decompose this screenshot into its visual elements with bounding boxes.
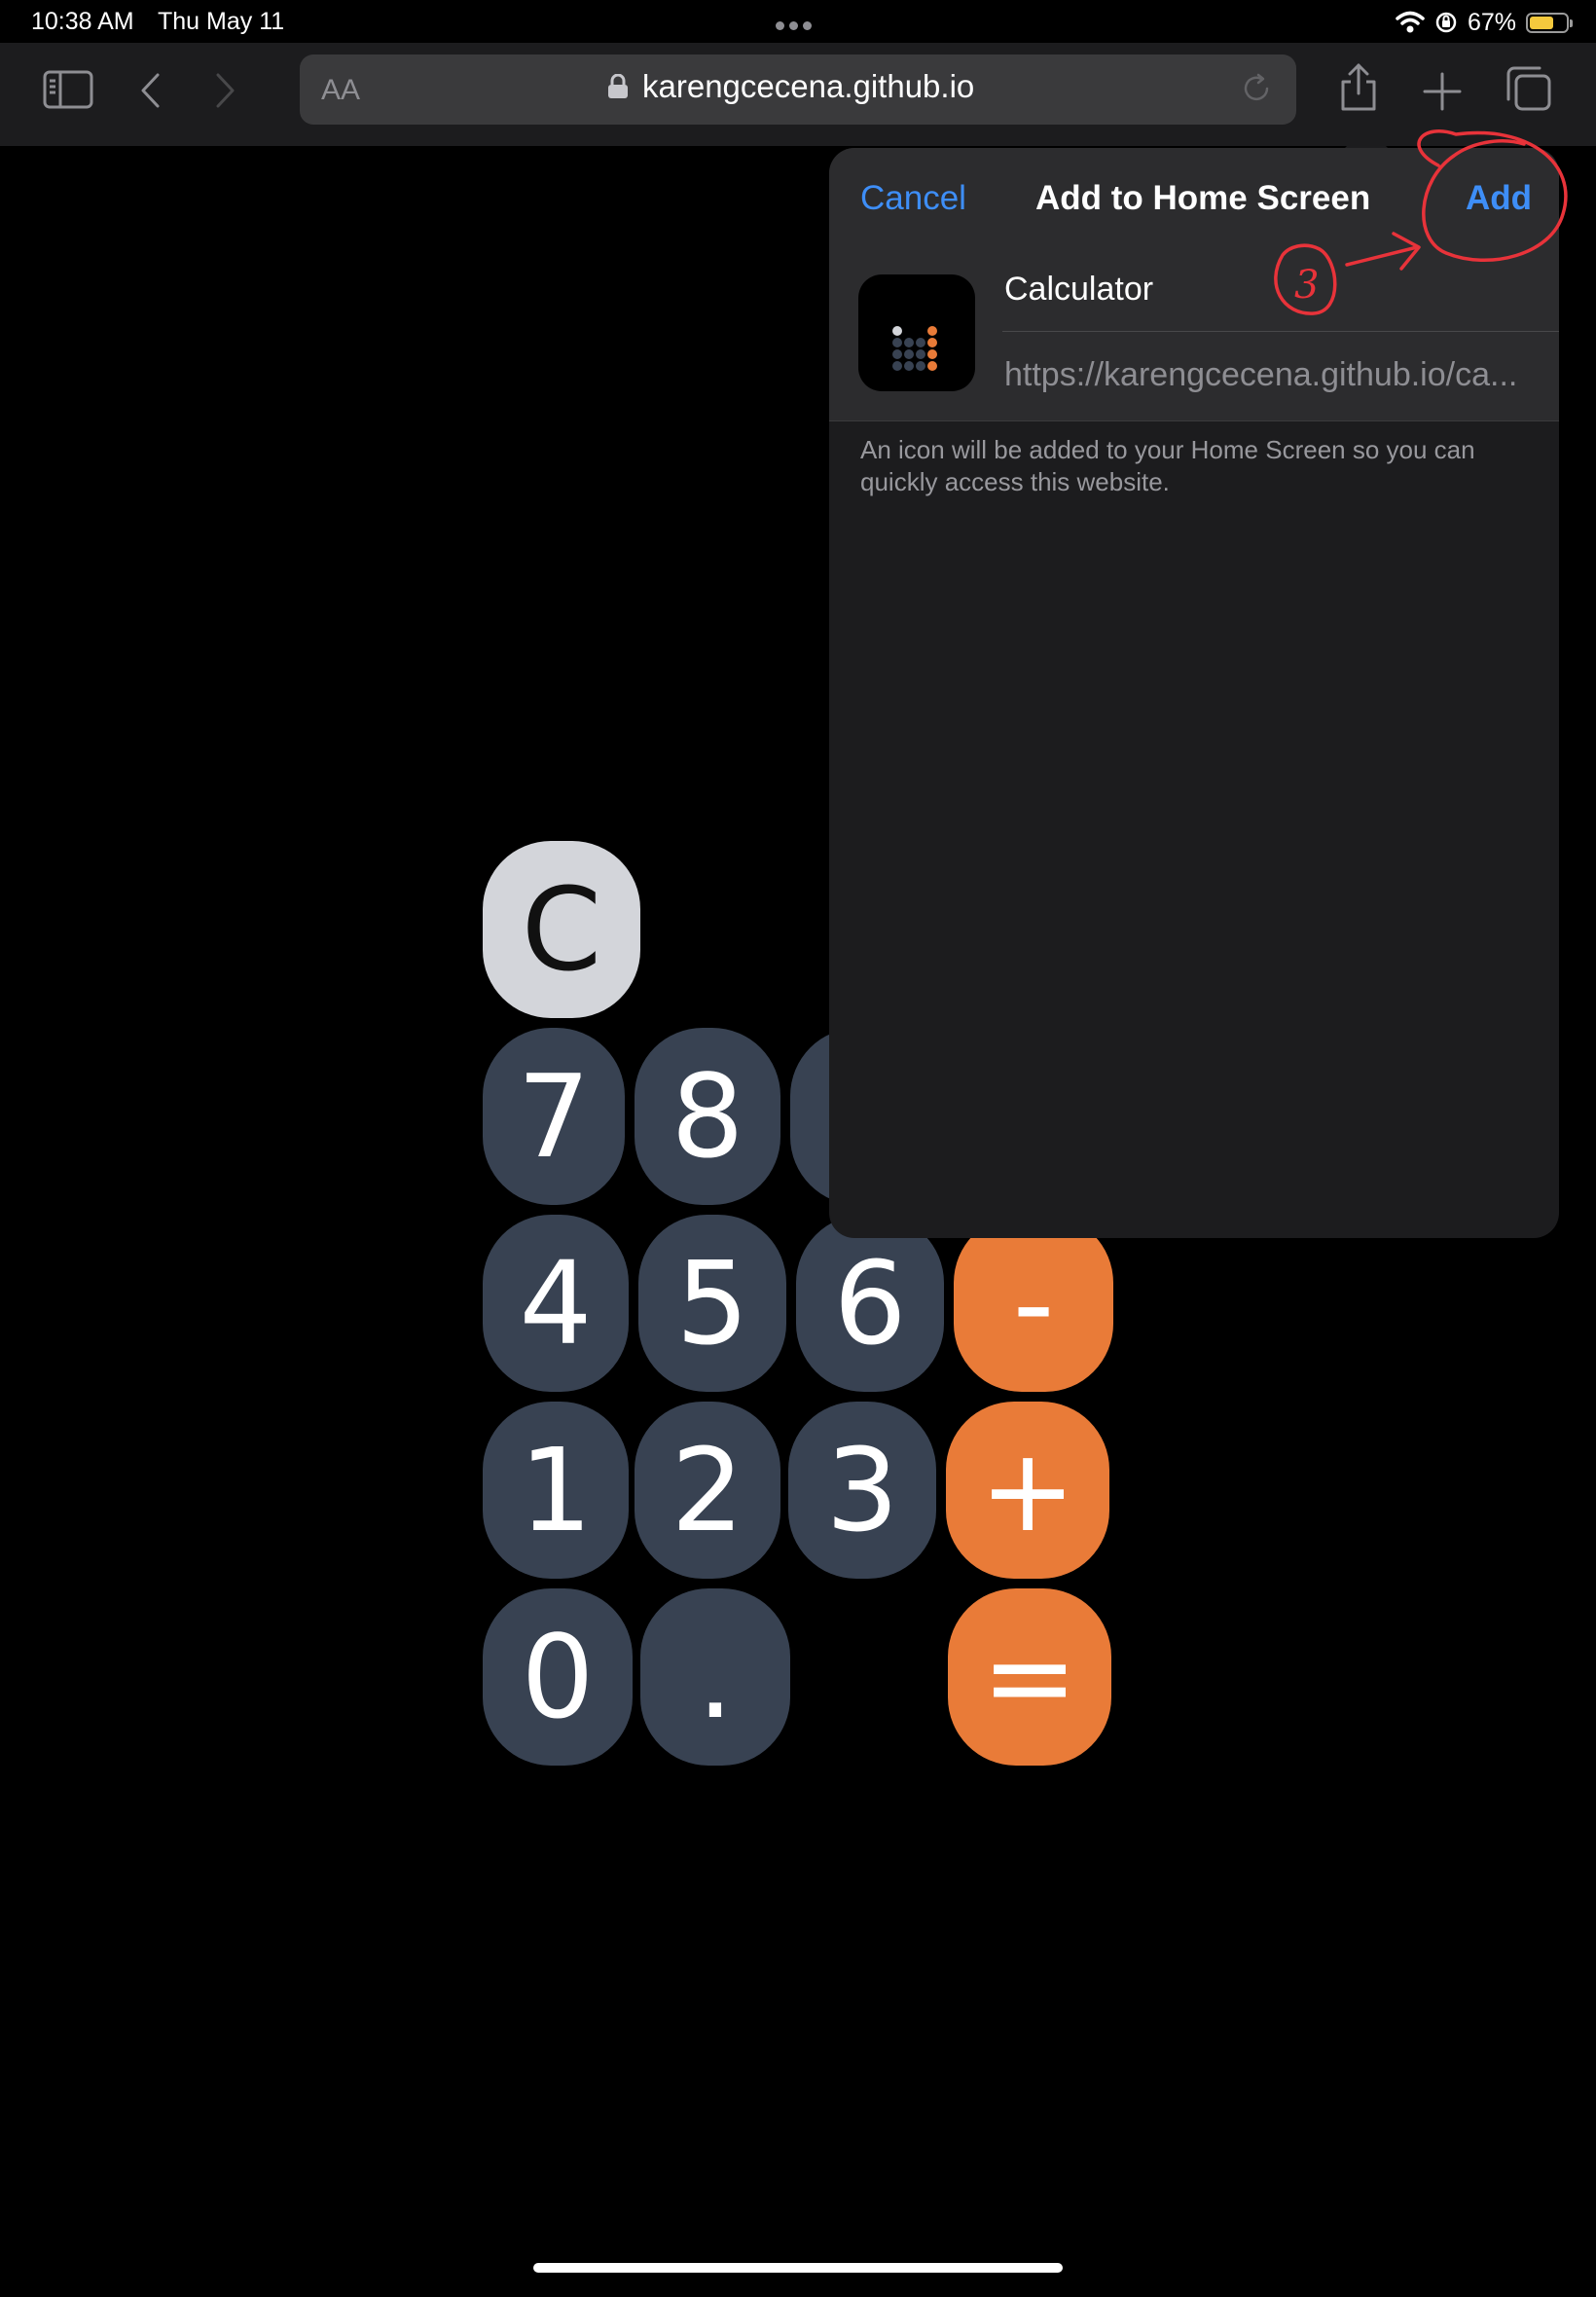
key-6[interactable]: 6 <box>796 1215 944 1392</box>
popover-hint-text: An icon will be added to your Home Scree… <box>860 435 1475 496</box>
cancel-button[interactable]: Cancel <box>860 179 966 218</box>
lock-icon <box>608 74 628 98</box>
reload-icon[interactable] <box>1240 72 1273 105</box>
text-size-button[interactable]: AA <box>321 74 360 107</box>
multitasking-dots-icon[interactable] <box>776 18 818 30</box>
battery-icon <box>1526 12 1573 33</box>
forward-icon[interactable] <box>214 72 237 109</box>
clear-button[interactable]: C <box>483 841 640 1018</box>
wifi-icon <box>1396 11 1425 33</box>
address-text[interactable]: karengcecena.github.io <box>642 68 974 105</box>
key-8[interactable]: 8 <box>635 1028 780 1205</box>
calculator-app-icon <box>858 274 975 391</box>
minus-button[interactable]: - <box>954 1215 1113 1392</box>
status-time: 10:38 AM <box>31 8 134 35</box>
home-indicator[interactable] <box>533 2263 1063 2273</box>
field-divider <box>1002 331 1559 332</box>
app-url-field: https://karengcecena.github.io/ca... <box>1004 356 1518 393</box>
new-tab-icon[interactable] <box>1423 72 1462 111</box>
battery-percent: 67% <box>1467 8 1516 36</box>
popover-title: Add to Home Screen <box>1035 179 1371 217</box>
status-indicators: 67% <box>1396 6 1573 39</box>
add-button[interactable]: Add <box>1466 179 1532 218</box>
tabs-overview-icon[interactable] <box>1505 64 1553 113</box>
key-7[interactable]: 7 <box>483 1028 625 1205</box>
key-2[interactable]: 2 <box>635 1402 780 1579</box>
key-4[interactable]: 4 <box>483 1215 629 1392</box>
equals-button[interactable]: = <box>948 1588 1111 1766</box>
key-5[interactable]: 5 <box>638 1215 786 1392</box>
sidebar-icon[interactable] <box>43 70 93 109</box>
decimal-button[interactable]: . <box>640 1588 790 1766</box>
status-date: Thu May 11 <box>158 8 285 35</box>
key-1[interactable]: 1 <box>483 1402 629 1579</box>
back-icon[interactable] <box>138 72 162 109</box>
key-0[interactable]: 0 <box>483 1588 633 1766</box>
popover-arrow <box>1343 127 1390 150</box>
app-name-field[interactable]: Calculator <box>1004 271 1153 309</box>
plus-button[interactable]: + <box>946 1402 1109 1579</box>
share-icon[interactable] <box>1337 62 1380 113</box>
orientation-lock-icon <box>1435 12 1457 33</box>
key-3[interactable]: 3 <box>788 1402 936 1579</box>
